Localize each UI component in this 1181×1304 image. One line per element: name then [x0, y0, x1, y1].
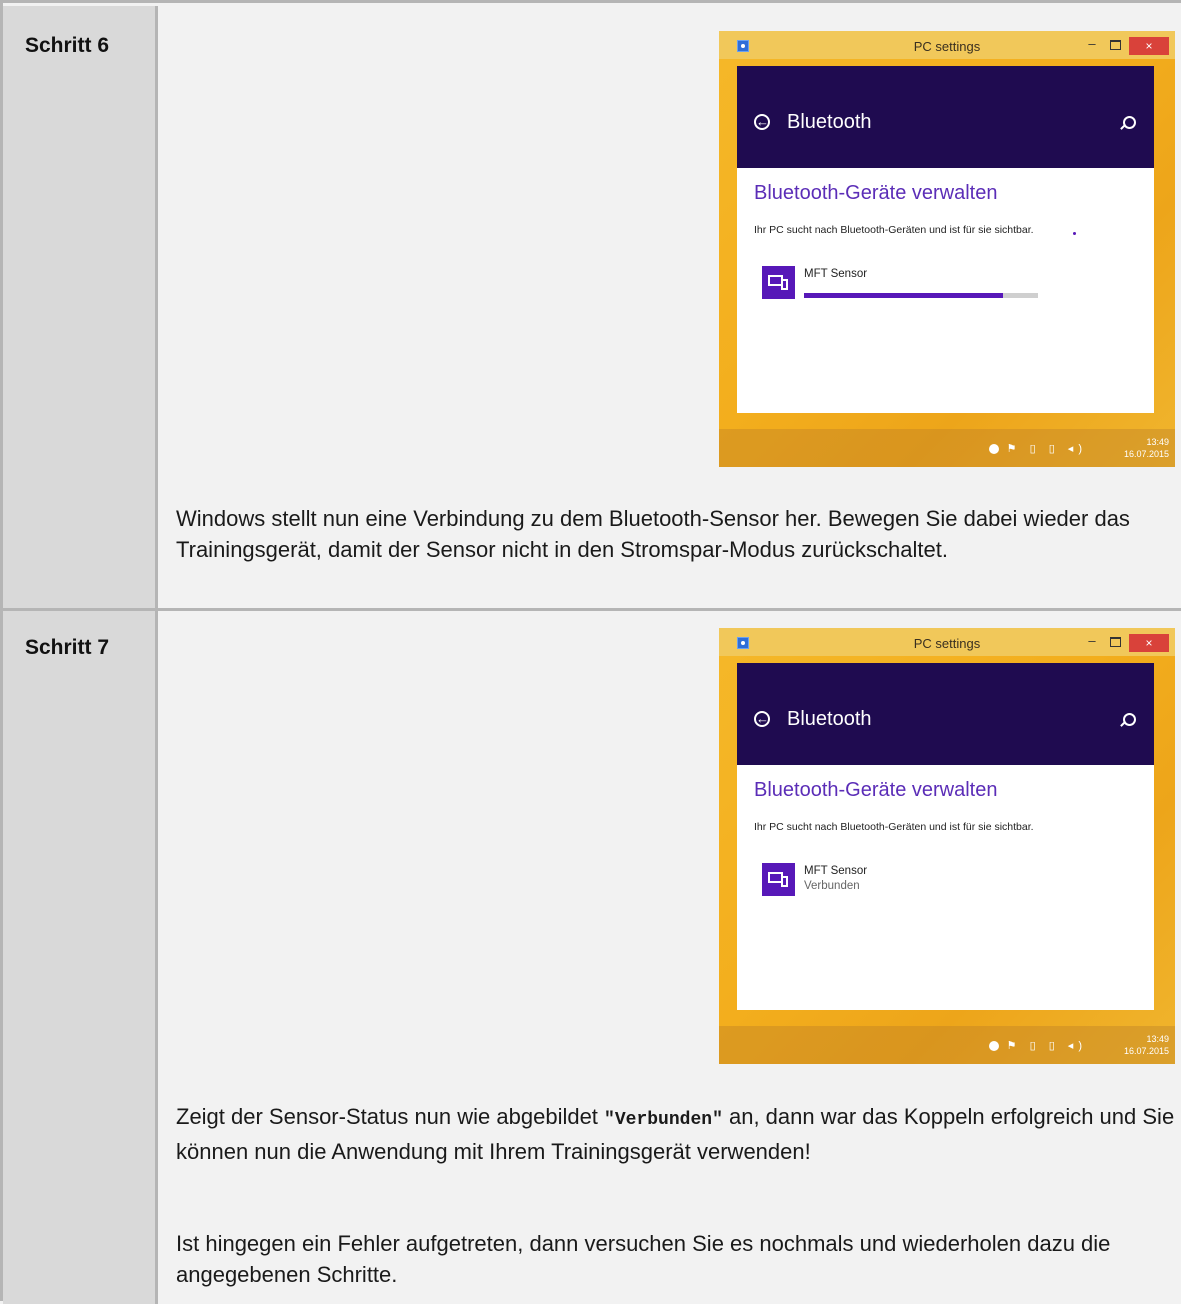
- system-tray: ⚑ ▯ ▯ ◂): [988, 442, 1087, 455]
- error-hint: Ist hingegen ein Fehler aufgetreten, dan…: [176, 1231, 1111, 1287]
- clock-date: 16.07.2015: [1123, 1046, 1169, 1056]
- clock[interactable]: 13:49 16.07.2015: [1124, 436, 1169, 460]
- pairing-progress-bar: [804, 293, 1038, 298]
- maximize-icon[interactable]: [1110, 40, 1121, 50]
- step-content-cell: PC settings – × ← Bluetooth Bluetooth-Ge…: [158, 611, 1181, 1304]
- settings-body: Bluetooth-Geräte verwalten Ihr PC sucht …: [737, 765, 1154, 1010]
- taskbar: ⚑ ▯ ▯ ◂) 13:49 16.07.2015: [719, 1026, 1175, 1064]
- settings-header: ← Bluetooth: [737, 663, 1154, 765]
- pc-settings-screenshot: PC settings – × ← Bluetooth Bluetooth-Ge…: [719, 628, 1175, 1064]
- step-label: Schritt 7: [25, 636, 110, 659]
- device-name[interactable]: MFT Sensor: [804, 865, 867, 877]
- clock-date: 16.07.2015: [1123, 449, 1169, 459]
- search-icon[interactable]: [1123, 116, 1136, 129]
- window-title: PC settings: [913, 39, 981, 54]
- settings-body: Bluetooth-Geräte verwalten Ihr PC sucht …: [737, 168, 1154, 413]
- bluetooth-icon[interactable]: [988, 1041, 999, 1052]
- header-title: Bluetooth: [787, 111, 872, 133]
- minimize-icon[interactable]: –: [1085, 634, 1099, 648]
- close-icon[interactable]: ×: [1129, 634, 1169, 652]
- clock-time: 13:49: [1146, 437, 1169, 447]
- search-icon[interactable]: [1123, 713, 1136, 726]
- settings-header: ← Bluetooth: [737, 66, 1154, 168]
- pc-settings-screenshot: PC settings – × ← Bluetooth Bluetooth-Ge…: [719, 31, 1175, 467]
- tray-icons[interactable]: ⚑ ▯ ▯ ◂): [1007, 443, 1087, 455]
- clock[interactable]: 13:49 16.07.2015: [1124, 1033, 1169, 1057]
- step-content-cell: PC settings – × ← Bluetooth Bluetooth-Ge…: [158, 6, 1181, 608]
- device-icon[interactable]: [762, 863, 795, 896]
- instruction-table: Schritt 6 PC settings – × ← Bluetooth Bl…: [0, 0, 1181, 1304]
- system-tray: ⚑ ▯ ▯ ◂): [988, 1039, 1087, 1052]
- step-description: Zeigt der Sensor-Status nun wie abgebild…: [176, 1101, 1176, 1167]
- tray-icons[interactable]: ⚑ ▯ ▯ ◂): [1007, 1040, 1087, 1052]
- header-title: Bluetooth: [787, 708, 872, 730]
- close-icon[interactable]: ×: [1129, 37, 1169, 55]
- window-titlebar: PC settings – ×: [719, 31, 1175, 59]
- back-arrow-icon[interactable]: ←: [754, 711, 770, 727]
- bluetooth-icon[interactable]: [988, 444, 999, 455]
- step-row: Schritt 6 PC settings – × ← Bluetooth Bl…: [3, 6, 1181, 611]
- section-description: Ihr PC sucht nach Bluetooth-Geräten und …: [754, 821, 1034, 833]
- window-title: PC settings: [913, 636, 981, 651]
- device-status: Verbunden: [804, 880, 860, 892]
- clock-time: 13:49: [1146, 1034, 1169, 1044]
- step-description: Windows stellt nun eine Verbindung zu de…: [176, 506, 1130, 562]
- maximize-icon[interactable]: [1110, 637, 1121, 647]
- section-description: Ihr PC sucht nach Bluetooth-Geräten und …: [754, 224, 1034, 236]
- minimize-icon[interactable]: –: [1085, 37, 1099, 51]
- searching-dot: [1073, 232, 1076, 235]
- pairing-progress-fill: [804, 293, 1003, 298]
- device-name[interactable]: MFT Sensor: [804, 268, 867, 280]
- window-titlebar: PC settings – ×: [719, 628, 1175, 656]
- step-label-cell: Schritt 6: [3, 6, 158, 608]
- device-icon[interactable]: [762, 266, 795, 299]
- step-row: Schritt 7 PC settings – × ← Bluetooth Bl…: [3, 611, 1181, 1304]
- status-code: "Verbunden": [604, 1110, 723, 1130]
- text-run: Zeigt der Sensor-Status nun wie abgebild…: [176, 1104, 605, 1129]
- taskbar: ⚑ ▯ ▯ ◂) 13:49 16.07.2015: [719, 429, 1175, 467]
- section-heading: Bluetooth-Geräte verwalten: [754, 779, 998, 801]
- back-arrow-icon[interactable]: ←: [754, 114, 770, 130]
- step-label: Schritt 6: [25, 34, 110, 57]
- step-label-cell: Schritt 7: [3, 611, 158, 1304]
- section-heading: Bluetooth-Geräte verwalten: [754, 182, 998, 204]
